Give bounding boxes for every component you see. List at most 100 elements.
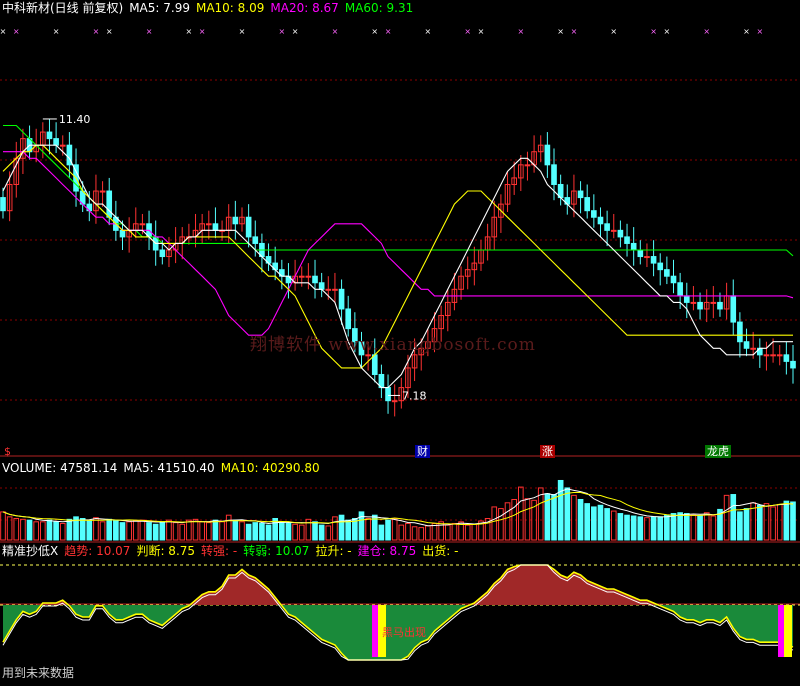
candle-body <box>664 269 670 277</box>
candle-body <box>46 131 53 140</box>
candle-body <box>232 216 239 225</box>
volume-bar <box>703 512 710 541</box>
volume-readout: VOLUME: 47581.14 <box>2 461 118 475</box>
volume-bar <box>345 519 352 541</box>
candle-body <box>710 301 717 304</box>
volume-bar <box>737 511 743 541</box>
candle-body <box>139 223 146 226</box>
volume-bar <box>298 524 305 541</box>
signal-cross: × <box>425 27 432 36</box>
volume-bar <box>13 518 20 541</box>
volume-bar <box>66 518 73 541</box>
candle-body <box>245 216 252 238</box>
volume-bar <box>146 522 152 541</box>
volume-bar <box>166 519 172 541</box>
volume-bar <box>498 508 504 541</box>
sell-readout: 出货: - <box>422 544 459 558</box>
volume-bar <box>657 516 664 541</box>
candle-body <box>677 282 683 297</box>
volume-bar <box>312 521 318 541</box>
candle-body <box>750 347 756 350</box>
volume-bar <box>756 504 763 541</box>
volume-bar <box>451 522 458 541</box>
volume-bar <box>279 521 285 541</box>
volume-bar <box>192 518 199 541</box>
candle-body <box>99 190 106 193</box>
volume-bar <box>126 521 132 541</box>
candle-body <box>524 164 531 167</box>
main-header: 中科新材(日线 前复权) MA5: 7.99 MA10: 8.09 MA20: 8.6… <box>2 1 419 15</box>
candle-body <box>577 190 584 199</box>
candle-body <box>312 275 318 284</box>
volume-bar <box>225 514 232 541</box>
signal-cross: × <box>610 27 617 36</box>
signal-cross: × <box>292 27 299 36</box>
volume-bar <box>325 525 332 541</box>
build-readout: 建仓: 8.75 <box>357 544 417 558</box>
volume-bar <box>239 521 245 541</box>
weak-readout: 转弱: 10.07 <box>243 544 310 558</box>
candle-body <box>597 216 604 225</box>
stripe-right-yellow <box>784 605 792 657</box>
volume-bar <box>617 513 624 541</box>
volume-bar <box>418 527 425 541</box>
candle-body <box>604 223 610 231</box>
candle-body <box>0 197 6 212</box>
candles <box>0 118 796 417</box>
tag-cai[interactable]: 财 <box>415 445 430 458</box>
volume-bar <box>119 522 126 541</box>
volume-bar <box>591 506 597 541</box>
signal-cross: × <box>53 27 60 36</box>
volume-bar <box>259 522 265 541</box>
stripe-left-magenta <box>372 605 378 657</box>
candle-body <box>790 360 796 369</box>
ma60-readout: MA60: 9.31 <box>344 1 414 15</box>
volume-bar <box>365 518 371 541</box>
tag-zhang[interactable]: 涨 <box>540 445 555 458</box>
candle-body <box>637 249 644 258</box>
rise-readout: 拉升: - <box>315 544 352 558</box>
volume-bar <box>292 523 298 541</box>
tag-longhu[interactable]: 龙虎 <box>705 445 731 458</box>
candle-body <box>252 236 259 244</box>
marker-dollar: $ <box>4 445 11 458</box>
volume-bar <box>0 511 6 541</box>
signal-cross: × <box>756 27 763 36</box>
volume-bar <box>670 513 677 541</box>
volume-bar <box>53 521 59 541</box>
signal-cross: × <box>664 27 671 36</box>
ma20-readout: MA20: 8.67 <box>270 1 339 15</box>
candle-body <box>385 387 391 402</box>
volume-bar <box>132 520 139 541</box>
volume-bar <box>46 519 53 541</box>
volume-bar <box>783 500 790 541</box>
volume-bar <box>232 519 239 541</box>
volume-bar <box>59 522 66 541</box>
candle-body <box>318 282 325 290</box>
volume-bar <box>152 523 159 541</box>
volume-bar <box>398 524 405 541</box>
candle-body <box>371 354 378 375</box>
volume-bar <box>93 517 99 541</box>
volume-bar <box>391 518 398 541</box>
volume-bar <box>650 516 657 541</box>
volume-bar <box>557 479 564 541</box>
volume-bar <box>199 521 205 541</box>
chart-title: 中科新材(日线 前复权) <box>2 1 124 15</box>
signal-cross: × <box>703 27 710 36</box>
price-annotations: 11.40 7.18 <box>42 113 427 402</box>
volume-bar <box>26 519 33 541</box>
candle-body <box>644 256 650 259</box>
judge-readout: 判断: 8.75 <box>136 544 196 558</box>
low-label: 7.18 <box>402 389 427 402</box>
candle-body <box>737 321 743 343</box>
candle-body <box>325 288 332 291</box>
volume-bar <box>405 522 411 541</box>
candle-body <box>657 262 664 271</box>
volume-bar <box>186 519 192 541</box>
candle-body <box>697 301 703 310</box>
signal-cross: × <box>478 27 485 36</box>
volume-bar <box>776 503 783 541</box>
volume-bar <box>584 503 591 541</box>
volume-bar <box>378 524 385 541</box>
